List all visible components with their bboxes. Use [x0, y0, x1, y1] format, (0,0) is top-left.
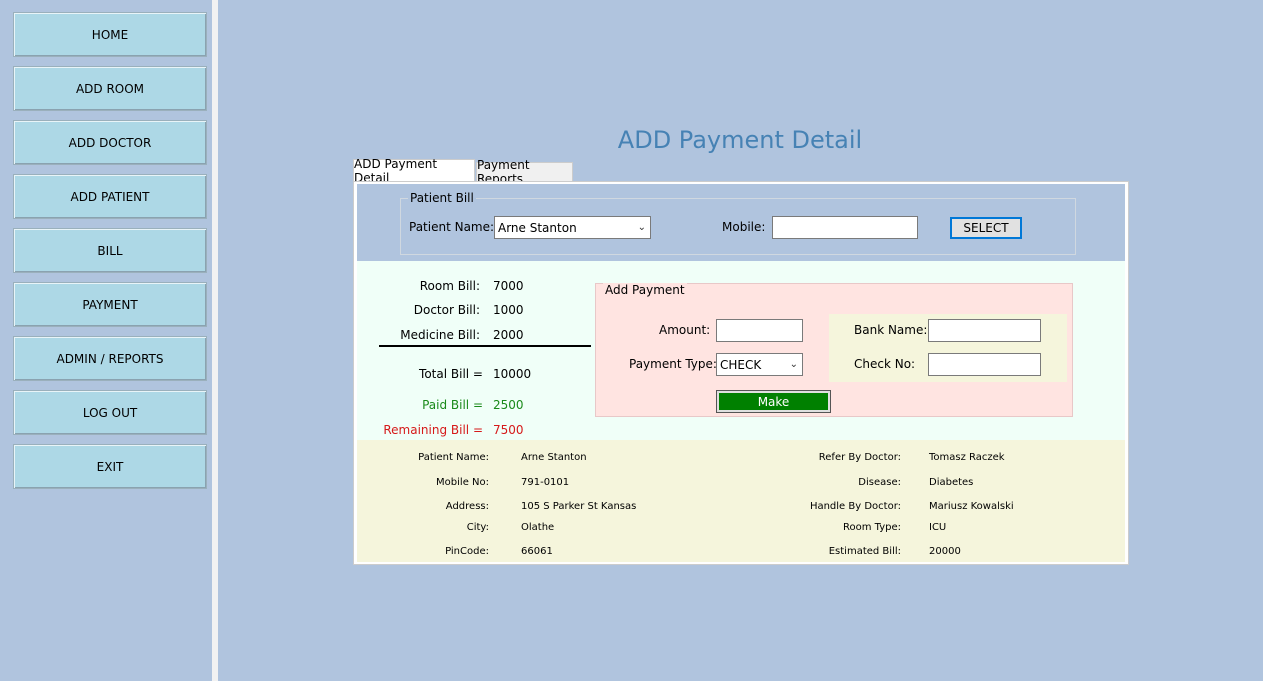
patient-bill-legend: Patient Bill [408, 191, 476, 205]
mobile-input[interactable] [772, 216, 918, 239]
info-address-label: Address: [445, 501, 489, 512]
paid-bill-value: 2500 [493, 398, 524, 412]
total-bill-label: Total Bill = [419, 367, 483, 381]
make-button[interactable]: Make [716, 390, 831, 413]
info-handle-doctor-value: Mariusz Kowalski [929, 501, 1014, 512]
exit-button[interactable]: EXIT [13, 444, 207, 489]
info-pincode-value: 66061 [521, 546, 553, 557]
info-refer-doctor-value: Tomasz Raczek [929, 452, 1005, 463]
info-city-label: City: [466, 522, 489, 533]
mobile-label: Mobile: [722, 220, 766, 234]
doctor-bill-label: Doctor Bill: [413, 303, 480, 317]
bank-name-label: Bank Name: [854, 323, 928, 337]
tab-add-payment-detail[interactable]: ADD Payment Detail [353, 157, 475, 185]
chevron-down-icon: ⌄ [637, 222, 646, 233]
info-disease-label: Disease: [858, 477, 901, 488]
payment-type-dropdown[interactable]: CHECK ⌄ [716, 353, 803, 376]
payment-type-label: Payment Type: [629, 357, 717, 371]
check-no-label: Check No: [854, 357, 916, 371]
info-mobile-label: Mobile No: [436, 477, 489, 488]
info-handle-doctor-label: Handle By Doctor: [809, 501, 901, 512]
room-bill-label: Room Bill: [419, 279, 480, 293]
medicine-bill-value: 2000 [493, 328, 524, 342]
bill-button[interactable]: BILL [13, 228, 207, 273]
patient-name-value: Arne Stanton [498, 220, 577, 235]
bank-details-panel: Bank Name: Check No: [829, 314, 1067, 382]
info-patient-name-value: Arne Stanton [521, 452, 587, 463]
chevron-down-icon: ⌄ [789, 359, 798, 370]
bank-name-input[interactable] [928, 319, 1041, 342]
total-bill-value: 10000 [493, 367, 532, 381]
room-bill-value: 7000 [493, 279, 524, 293]
info-disease-value: Diabetes [929, 477, 974, 488]
paid-bill-label: Paid Bill = [422, 398, 483, 412]
info-mobile-value: 791-0101 [521, 477, 570, 488]
amount-input[interactable] [716, 319, 803, 342]
select-button[interactable]: SELECT [950, 217, 1022, 239]
tab-payment-reports[interactable]: Payment Reports [476, 158, 573, 186]
info-patient-name-label: Patient Name: [418, 452, 489, 463]
bill-divider [379, 345, 591, 347]
info-room-type-label: Room Type: [843, 522, 901, 533]
remaining-bill-value: 7500 [493, 423, 524, 437]
info-city-value: Olathe [521, 522, 555, 533]
amount-label: Amount: [659, 323, 711, 337]
payment-button[interactable]: PAYMENT [13, 282, 207, 327]
sidebar-divider [212, 0, 218, 681]
payment-type-value: CHECK [720, 357, 762, 372]
info-room-type-value: ICU [929, 522, 947, 533]
log-out-button[interactable]: LOG OUT [13, 390, 207, 435]
patient-bill-group: Patient Bill Patient Name: Arne Stanton … [400, 191, 1076, 255]
add-doctor-button[interactable]: ADD DOCTOR [13, 120, 207, 165]
add-payment-legend: Add Payment [603, 283, 687, 297]
doctor-bill-value: 1000 [493, 303, 524, 317]
add-patient-button[interactable]: ADD PATIENT [13, 174, 207, 219]
home-button[interactable]: HOME [13, 12, 207, 57]
page-title: ADD Payment Detail [617, 126, 863, 154]
remaining-bill-label: Remaining Bill = [383, 423, 483, 437]
sidebar-nav: HOME ADD ROOM ADD DOCTOR ADD PATIENT BIL… [0, 0, 212, 681]
add-payment-group: Add Payment Amount: Payment Type: CHECK … [595, 283, 1073, 417]
info-estimated-bill-label: Estimated Bill: [828, 546, 901, 557]
patient-name-label: Patient Name: [409, 220, 495, 234]
admin-reports-button[interactable]: ADMIN / REPORTS [13, 336, 207, 381]
info-pincode-label: PinCode: [445, 546, 489, 557]
bill-payment-section: Room Bill: 7000 Doctor Bill: 1000 Medici… [357, 261, 1125, 440]
info-refer-doctor-label: Refer By Doctor: [818, 452, 901, 463]
patient-info-section: Patient Name: Arne Stanton Mobile No: 79… [357, 440, 1125, 562]
patient-bill-section: Patient Bill Patient Name: Arne Stanton … [357, 184, 1125, 261]
add-room-button[interactable]: ADD ROOM [13, 66, 207, 111]
patient-name-dropdown[interactable]: Arne Stanton ⌄ [494, 216, 651, 239]
info-address-value: 105 S Parker St Kansas [521, 501, 637, 512]
medicine-bill-label: Medicine Bill: [400, 328, 480, 342]
check-no-input[interactable] [928, 353, 1041, 376]
info-estimated-bill-value: 20000 [929, 546, 961, 557]
tab-panel: Patient Bill Patient Name: Arne Stanton … [353, 181, 1129, 565]
